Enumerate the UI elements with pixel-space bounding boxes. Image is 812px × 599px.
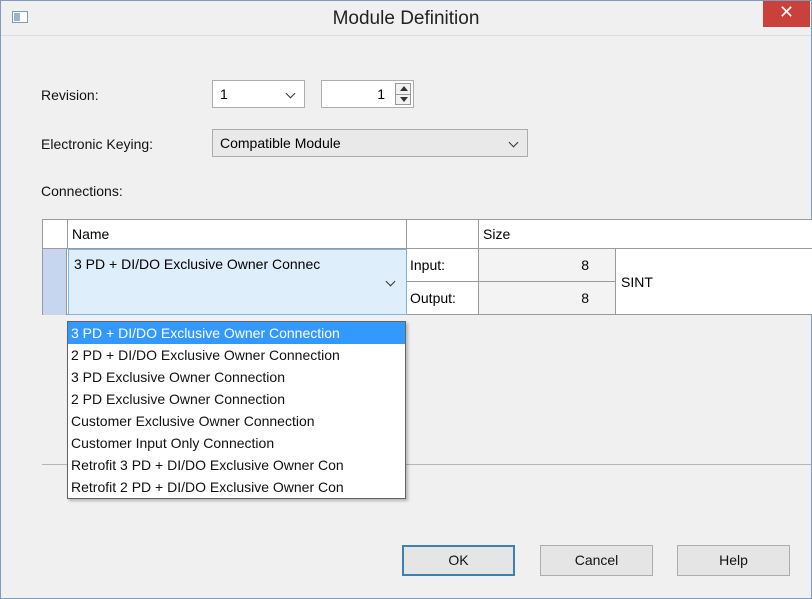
- dropdown-option[interactable]: 3 PD + DI/DO Exclusive Owner Connection: [68, 322, 405, 344]
- connection-name-value: 3 PD + DI/DO Exclusive Owner Connec: [74, 256, 321, 272]
- chevron-down-icon: [285, 88, 296, 99]
- revision-minor-spinner[interactable]: 1: [321, 80, 414, 108]
- dropdown-option[interactable]: Retrofit 3 PD + DI/DO Exclusive Owner Co…: [68, 454, 405, 476]
- data-type-cell[interactable]: SINT: [616, 249, 812, 315]
- spin-down-icon[interactable]: [400, 97, 408, 102]
- help-button[interactable]: Help: [677, 545, 790, 576]
- revision-minor-value: 1: [377, 86, 385, 102]
- dropdown-option[interactable]: Customer Exclusive Owner Connection: [68, 410, 405, 432]
- revision-major-select[interactable]: 1: [212, 80, 305, 108]
- row-selector[interactable]: [43, 249, 67, 315]
- electronic-keying-select[interactable]: Compatible Module: [212, 129, 528, 157]
- output-size-cell[interactable]: 8: [479, 282, 616, 315]
- close-icon: ✕: [778, 2, 795, 23]
- spin-up-icon[interactable]: [400, 86, 408, 91]
- electronic-keying-value: Compatible Module: [220, 135, 341, 151]
- dropdown-option[interactable]: 3 PD Exclusive Owner Connection: [68, 366, 405, 388]
- ok-button[interactable]: OK: [402, 545, 515, 576]
- output-label-cell: Output:: [407, 282, 479, 315]
- cancel-button[interactable]: Cancel: [540, 545, 653, 576]
- close-button[interactable]: ✕: [763, 1, 810, 27]
- column-header-size[interactable]: Size: [479, 220, 812, 249]
- chevron-down-icon[interactable]: [385, 276, 396, 287]
- input-size-cell[interactable]: 8: [479, 249, 616, 282]
- spinner-buttons[interactable]: [395, 83, 411, 105]
- column-header-name[interactable]: Name: [68, 220, 407, 249]
- revision-major-value: 1: [220, 86, 228, 102]
- connections-grid: Name Size 3 PD + DI/DO Exclusive Owner C…: [42, 219, 812, 315]
- connections-label: Connections:: [41, 183, 123, 199]
- dropdown-option[interactable]: Retrofit 2 PD + DI/DO Exclusive Owner Co…: [68, 476, 405, 498]
- revision-label: Revision:: [41, 87, 99, 103]
- dialog-title: Module Definition: [332, 8, 480, 29]
- dropdown-option[interactable]: 2 PD + DI/DO Exclusive Owner Connection: [68, 344, 405, 366]
- chevron-down-icon: [508, 137, 519, 148]
- title-bar[interactable]: Module Definition ✕: [1, 1, 811, 36]
- dropdown-option[interactable]: Customer Input Only Connection: [68, 432, 405, 454]
- electronic-keying-label: Electronic Keying:: [41, 136, 154, 152]
- column-header-blank[interactable]: [407, 220, 479, 249]
- row-header-corner: [43, 220, 68, 249]
- connection-name-combo[interactable]: 3 PD + DI/DO Exclusive Owner Connec: [68, 249, 407, 315]
- module-definition-dialog: Module Definition ✕ Revision: 1 1 Electr…: [0, 0, 812, 599]
- input-label-cell: Input:: [407, 249, 479, 282]
- connection-dropdown-list[interactable]: 3 PD + DI/DO Exclusive Owner Connection …: [67, 321, 406, 499]
- dropdown-option[interactable]: 2 PD Exclusive Owner Connection: [68, 388, 405, 410]
